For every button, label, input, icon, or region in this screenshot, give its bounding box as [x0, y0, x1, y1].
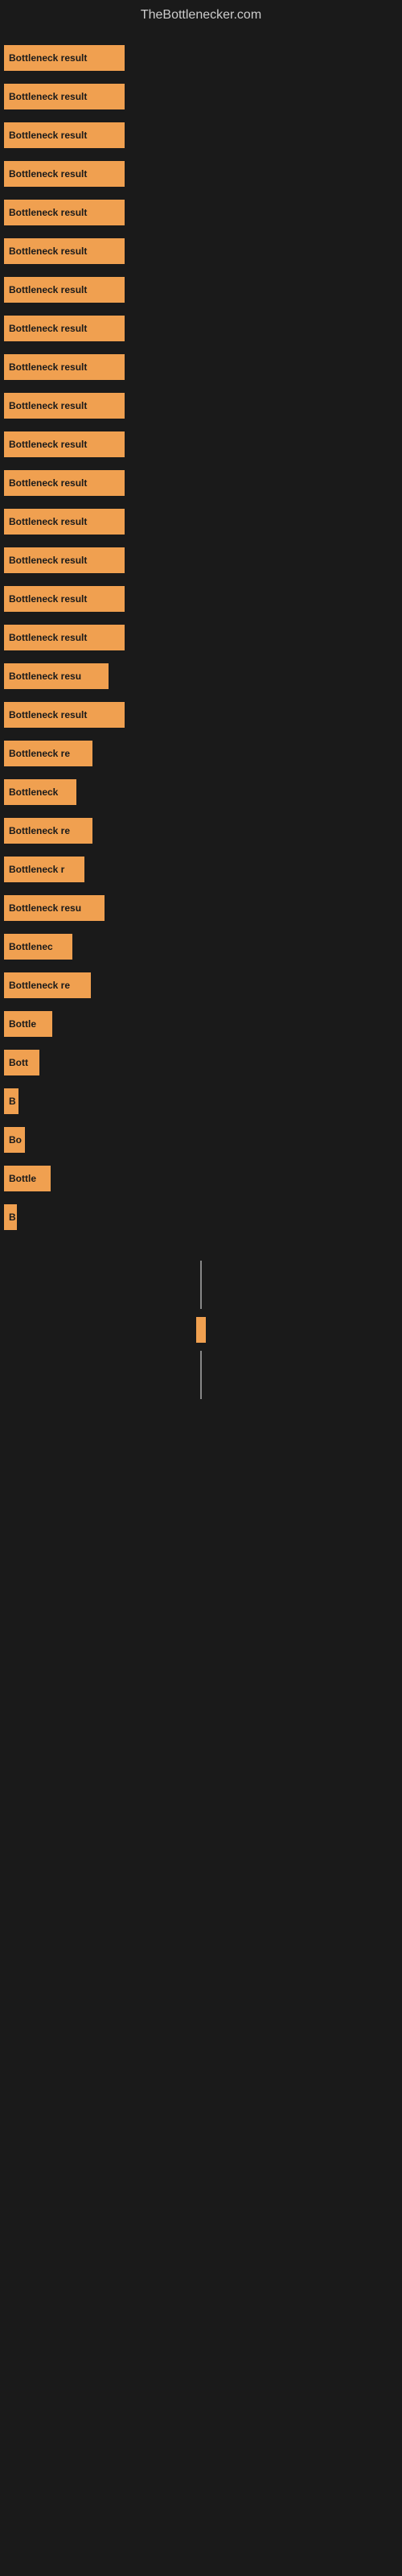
bottleneck-bar-5: Bottleneck result: [4, 200, 125, 225]
bar-row: Bottleneck result: [0, 270, 402, 309]
bottleneck-bar-18: Bottleneck result: [4, 702, 125, 728]
bottleneck-bar-28: B: [4, 1088, 18, 1114]
bar-row: Bottleneck resu: [0, 657, 402, 696]
bottleneck-bar-23: Bottleneck resu: [4, 895, 105, 921]
bottleneck-bar-25: Bottleneck re: [4, 972, 91, 998]
bottleneck-bar-10: Bottleneck result: [4, 393, 125, 419]
bar-row: Bottleneck r: [0, 850, 402, 889]
bar-row: B: [0, 1082, 402, 1121]
bottleneck-bar-11: Bottleneck result: [4, 431, 125, 457]
bottleneck-bar-29: Bo: [4, 1127, 25, 1153]
bottleneck-bar-1: Bottleneck result: [4, 45, 125, 71]
site-title: TheBottlenecker.com: [0, 0, 402, 31]
bottleneck-bar-20: Bottleneck: [4, 779, 76, 805]
bottom-section: [0, 1261, 402, 1399]
vertical-line-2: [200, 1351, 202, 1399]
bottleneck-bar-15: Bottleneck result: [4, 586, 125, 612]
bottleneck-bar-17: Bottleneck resu: [4, 663, 109, 689]
bar-row: Bottleneck result: [0, 116, 402, 155]
page-wrapper: TheBottlenecker.com Bottleneck resultBot…: [0, 0, 402, 1399]
bars-container: Bottleneck result Bottleneck result Bottle…: [0, 31, 402, 1245]
bottleneck-bar-31: B: [4, 1204, 17, 1230]
vertical-line-1: [200, 1261, 202, 1309]
bar-row: Bottleneck re: [0, 811, 402, 850]
bar-row: Bottleneck result: [0, 193, 402, 232]
bottleneck-bar-22: Bottleneck r: [4, 857, 84, 882]
tiny-bar: [196, 1317, 206, 1343]
bar-row: Bottleneck result: [0, 77, 402, 116]
bar-row: Bottleneck result: [0, 309, 402, 348]
bottleneck-bar-6: Bottleneck result: [4, 238, 125, 264]
bar-row: Bo: [0, 1121, 402, 1159]
bottleneck-bar-19: Bottleneck re: [4, 741, 92, 766]
bar-row: Bottle: [0, 1159, 402, 1198]
bar-row: Bottleneck re: [0, 966, 402, 1005]
bottleneck-bar-8: Bottleneck result: [4, 316, 125, 341]
bar-row: B: [0, 1198, 402, 1236]
bottleneck-bar-24: Bottlenec: [4, 934, 72, 960]
bottleneck-bar-30: Bottle: [4, 1166, 51, 1191]
bottleneck-bar-16: Bottleneck result: [4, 625, 125, 650]
bottleneck-bar-4: Bottleneck result: [4, 161, 125, 187]
bar-row: Bottlenec: [0, 927, 402, 966]
bar-row: Bottleneck result: [0, 618, 402, 657]
bar-row: Bott: [0, 1043, 402, 1082]
bar-row: Bottleneck: [0, 773, 402, 811]
bottleneck-bar-3: Bottleneck result: [4, 122, 125, 148]
bar-row: Bottleneck result: [0, 541, 402, 580]
bar-row: Bottleneck result: [0, 502, 402, 541]
bottleneck-bar-13: Bottleneck result: [4, 509, 125, 535]
bar-row: Bottleneck result: [0, 155, 402, 193]
bottleneck-bar-2: Bottleneck result: [4, 84, 125, 109]
bottleneck-bar-21: Bottleneck re: [4, 818, 92, 844]
bar-row: Bottleneck re: [0, 734, 402, 773]
bar-row: Bottle: [0, 1005, 402, 1043]
bar-row: Bottleneck result: [0, 425, 402, 464]
bottleneck-bar-9: Bottleneck result: [4, 354, 125, 380]
bottleneck-bar-14: Bottleneck result: [4, 547, 125, 573]
bar-row: Bottleneck result: [0, 348, 402, 386]
bottleneck-bar-12: Bottleneck result: [4, 470, 125, 496]
bar-row: Bottleneck result: [0, 580, 402, 618]
bar-row: Bottleneck result: [0, 39, 402, 77]
bar-row: Bottleneck result: [0, 696, 402, 734]
bar-row: Bottleneck result: [0, 232, 402, 270]
bottleneck-bar-7: Bottleneck result: [4, 277, 125, 303]
bar-row: Bottleneck result: [0, 386, 402, 425]
bar-row: Bottleneck result: [0, 464, 402, 502]
bar-row: Bottleneck resu: [0, 889, 402, 927]
bottleneck-bar-26: Bottle: [4, 1011, 52, 1037]
bottleneck-bar-27: Bott: [4, 1050, 39, 1075]
